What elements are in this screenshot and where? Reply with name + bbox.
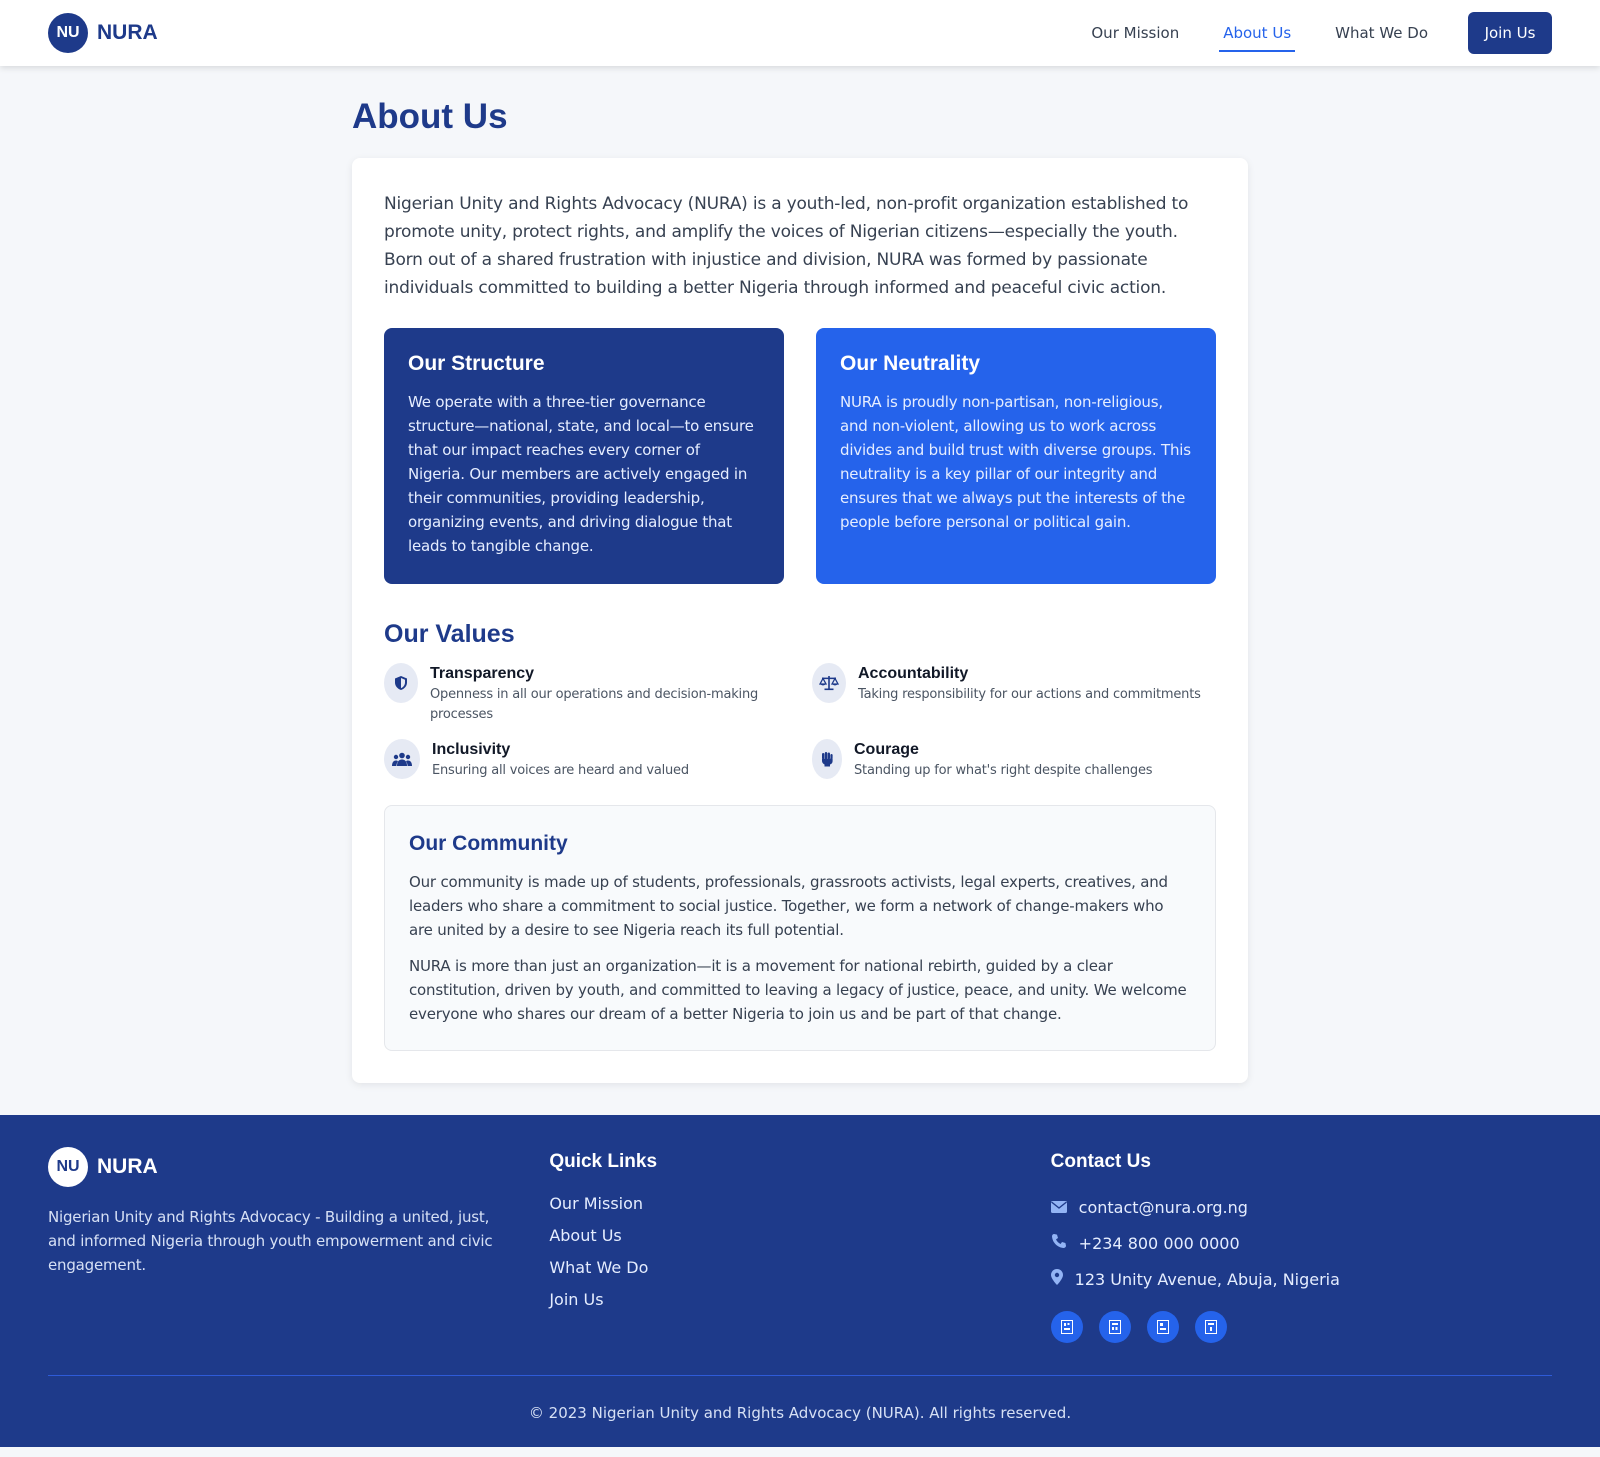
- value-desc: Standing up for what's right despite cha…: [854, 763, 1153, 778]
- shield-icon: [384, 663, 418, 703]
- brand-logo[interactable]: NU: [48, 13, 88, 53]
- contact-phone-text[interactable]: +234 800 000 0000: [1079, 1234, 1240, 1253]
- value-name: Courage: [854, 741, 919, 758]
- values-grid: Transparency Openness in all our operati…: [384, 663, 1216, 781]
- structure-title: Our Structure: [408, 352, 545, 375]
- contact-list: contact@nura.org.ng +234 800 000 0000 12…: [1050, 1189, 1552, 1297]
- footer-link-join-us[interactable]: Join Us: [549, 1289, 1050, 1321]
- community-paragraph-2: NURA is more than just an organization—i…: [409, 957, 1187, 1023]
- value-name: Transparency: [430, 665, 535, 682]
- site-header: NU NURA Our Mission About Us What We Do …: [0, 0, 1600, 66]
- value-desc: Openness in all our operations and decis…: [430, 687, 759, 722]
- about-card: Nigerian Unity and Rights Advocacy (NURA…: [352, 158, 1248, 1083]
- nav-link-what-we-do[interactable]: What We Do: [1331, 14, 1432, 52]
- structure-box: Our Structure We operate with a three-ti…: [384, 328, 784, 584]
- value-desc: Ensuring all voices are heard and valued: [432, 763, 689, 778]
- contact-address-text: 123 Unity Avenue, Abuja, Nigeria: [1074, 1269, 1340, 1289]
- phone-icon: [1051, 1233, 1067, 1253]
- value-accountability: Accountability Taking responsibility for…: [812, 663, 1216, 725]
- contact-email[interactable]: contact@nura.org.ng: [1050, 1189, 1552, 1225]
- values-title: Our Values: [384, 620, 515, 648]
- structure-text: We operate with a three-tier governance …: [408, 393, 754, 555]
- page-title: About Us: [352, 97, 508, 136]
- value-inclusivity: Inclusivity Ensuring all voices are hear…: [384, 739, 788, 781]
- footer-link-about-us[interactable]: About Us: [549, 1225, 1050, 1257]
- social-icon-4[interactable]: [1194, 1311, 1227, 1343]
- contact-phone[interactable]: +234 800 000 0000: [1051, 1225, 1552, 1261]
- social-icon-2[interactable]: [1098, 1311, 1131, 1343]
- neutrality-title: Our Neutrality: [840, 352, 981, 375]
- nav-link-our-mission[interactable]: Our Mission: [1087, 14, 1183, 52]
- site-footer: NU NURA Nigerian Unity and Rights Advoca…: [0, 1115, 1600, 1447]
- social-icon-1[interactable]: [1050, 1311, 1083, 1343]
- footer-contact: Contact Us contact@nura.org.ng +234 800 …: [1050, 1147, 1552, 1343]
- footer-about: NU NURA Nigerian Unity and Rights Advoca…: [48, 1147, 549, 1343]
- value-courage: Courage Standing up for what's right des…: [812, 739, 1216, 781]
- footer-brand[interactable]: NU NURA: [48, 1147, 549, 1187]
- community-paragraph-1: Our community is made up of students, pr…: [409, 873, 1168, 939]
- contact-title: Contact Us: [1050, 1151, 1151, 1172]
- contact-address: 123 Unity Avenue, Abuja, Nigeria: [1050, 1261, 1552, 1297]
- brand-name[interactable]: NURA: [97, 21, 158, 45]
- intro-text: Nigerian Unity and Rights Advocacy (NURA…: [384, 194, 1189, 298]
- location-pin-icon: [1050, 1269, 1063, 1289]
- footer-description: Nigerian Unity and Rights Advocacy - Bui…: [48, 1208, 493, 1274]
- join-us-button[interactable]: Join Us: [1468, 12, 1552, 54]
- main-content: About Us Nigerian Unity and Rights Advoc…: [352, 66, 1248, 1083]
- quick-links-title: Quick Links: [549, 1151, 658, 1172]
- footer-columns: NU NURA Nigerian Unity and Rights Advoca…: [48, 1147, 1552, 1343]
- footer-logo[interactable]: NU: [48, 1147, 88, 1187]
- social-icon-3[interactable]: [1146, 1311, 1179, 1343]
- quick-links-list: Our Mission About Us What We Do Join Us: [549, 1193, 1050, 1321]
- footer-link-our-mission[interactable]: Our Mission: [549, 1193, 1050, 1225]
- community-box: Our Community Our community is made up o…: [384, 805, 1216, 1051]
- value-name: Accountability: [858, 665, 969, 682]
- contact-email-text[interactable]: contact@nura.org.ng: [1079, 1198, 1248, 1217]
- brand[interactable]: NU NURA: [48, 13, 158, 53]
- social-links: [1050, 1311, 1552, 1343]
- users-icon: [384, 739, 420, 779]
- main-nav: Our Mission About Us What We Do Join Us: [1051, 12, 1552, 54]
- envelope-icon: [1050, 1198, 1067, 1217]
- copyright-text: © 2023 Nigerian Unity and Rights Advocac…: [528, 1404, 1072, 1422]
- community-title: Our Community: [409, 832, 568, 855]
- neutrality-text: NURA is proudly non-partisan, non-religi…: [840, 393, 1191, 531]
- info-boxes: Our Structure We operate with a three-ti…: [384, 328, 1216, 584]
- footer-link-what-we-do[interactable]: What We Do: [549, 1257, 1050, 1289]
- nav-link-about-us[interactable]: About Us: [1219, 14, 1296, 52]
- scale-icon: [812, 663, 846, 703]
- value-transparency: Transparency Openness in all our operati…: [384, 663, 788, 725]
- footer-quick-links: Quick Links Our Mission About Us What We…: [549, 1147, 1050, 1343]
- neutrality-box: Our Neutrality NURA is proudly non-parti…: [816, 328, 1216, 584]
- footer-brand-name[interactable]: NURA: [97, 1155, 158, 1179]
- value-name: Inclusivity: [432, 741, 511, 758]
- value-desc: Taking responsibility for our actions an…: [858, 687, 1201, 702]
- fist-icon: [812, 739, 842, 779]
